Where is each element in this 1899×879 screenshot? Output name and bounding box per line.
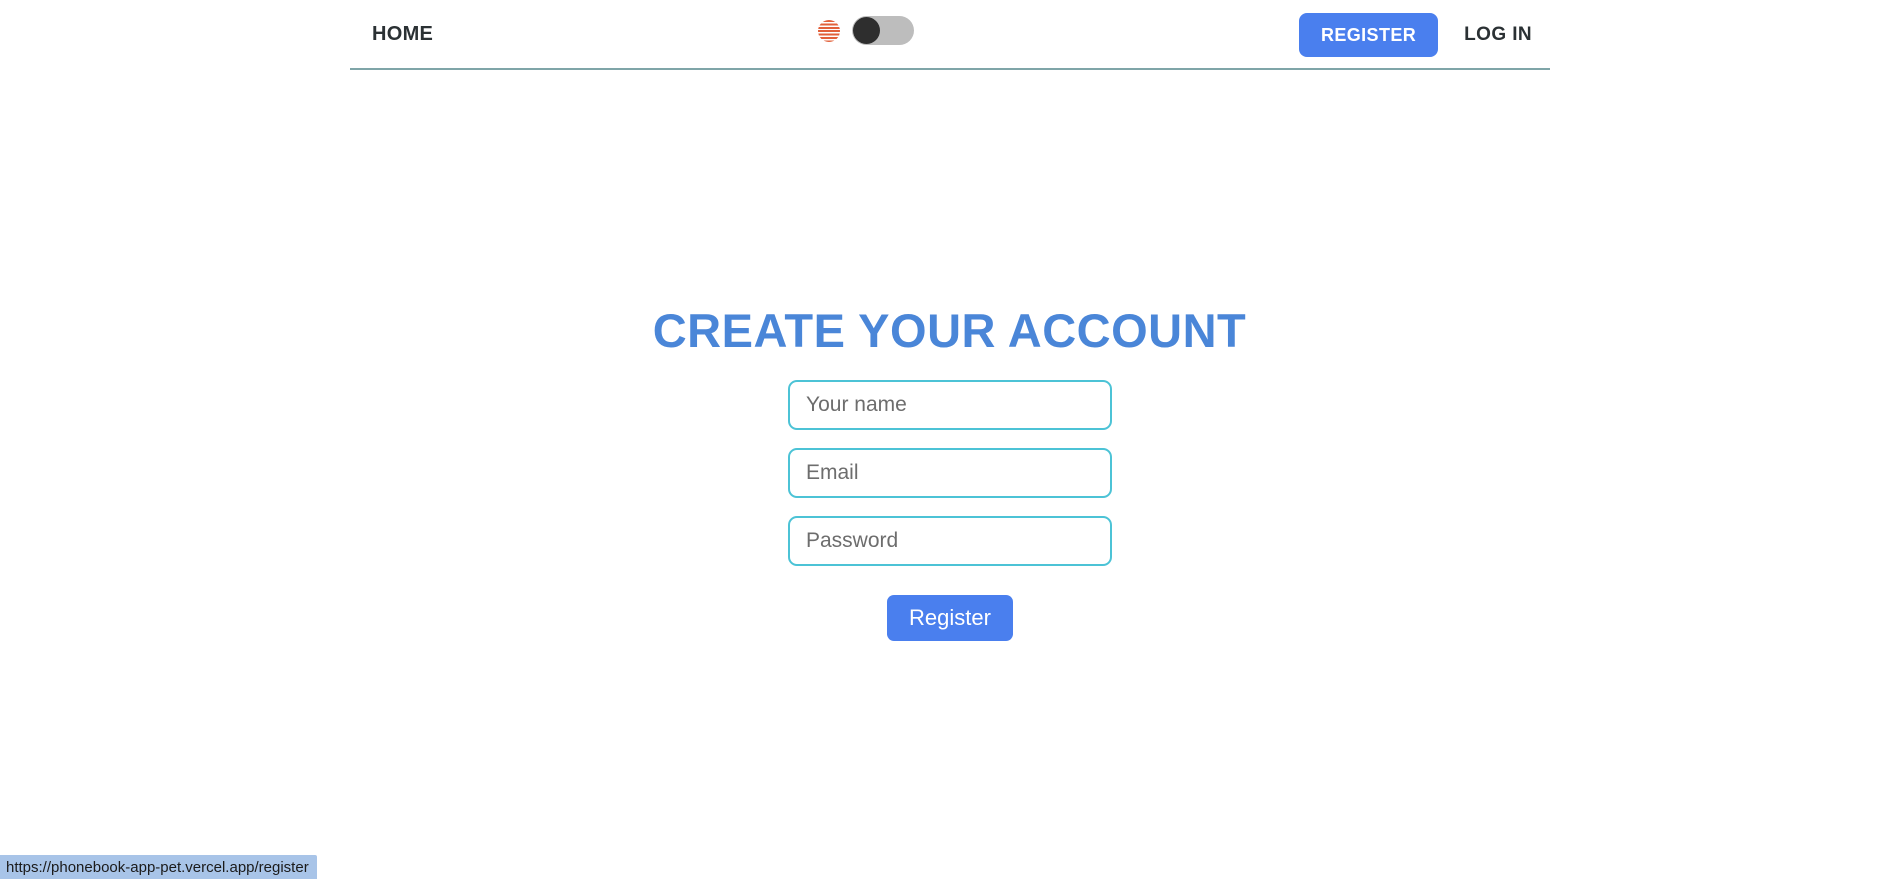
email-input[interactable] — [788, 448, 1112, 498]
nav-link-home[interactable]: HOME — [372, 23, 433, 46]
theme-toggle-switch[interactable] — [852, 16, 914, 45]
register-submit-button[interactable]: Register — [887, 595, 1013, 642]
main-content: CREATE YOUR ACCOUNT Register — [0, 70, 1899, 830]
page-root: HOME REGISTER LOG IN CREATE YOUR ACCOUNT… — [0, 0, 1899, 879]
sun-icon — [818, 19, 840, 42]
nav-register-button[interactable]: REGISTER — [1298, 13, 1439, 57]
register-form: Register — [788, 380, 1112, 642]
site-header: HOME REGISTER LOG IN — [350, 0, 1550, 70]
page-title: CREATE YOUR ACCOUNT — [652, 304, 1247, 357]
browser-status-bar: https://phonebook-app-pet.vercel.app/reg… — [0, 855, 317, 879]
theme-switcher — [818, 16, 914, 45]
nav-link-login[interactable]: LOG IN — [1464, 24, 1532, 46]
header-actions: REGISTER LOG IN — [1298, 0, 1536, 70]
theme-toggle-knob — [853, 17, 880, 44]
password-input[interactable] — [788, 516, 1112, 566]
name-input[interactable] — [788, 380, 1112, 430]
